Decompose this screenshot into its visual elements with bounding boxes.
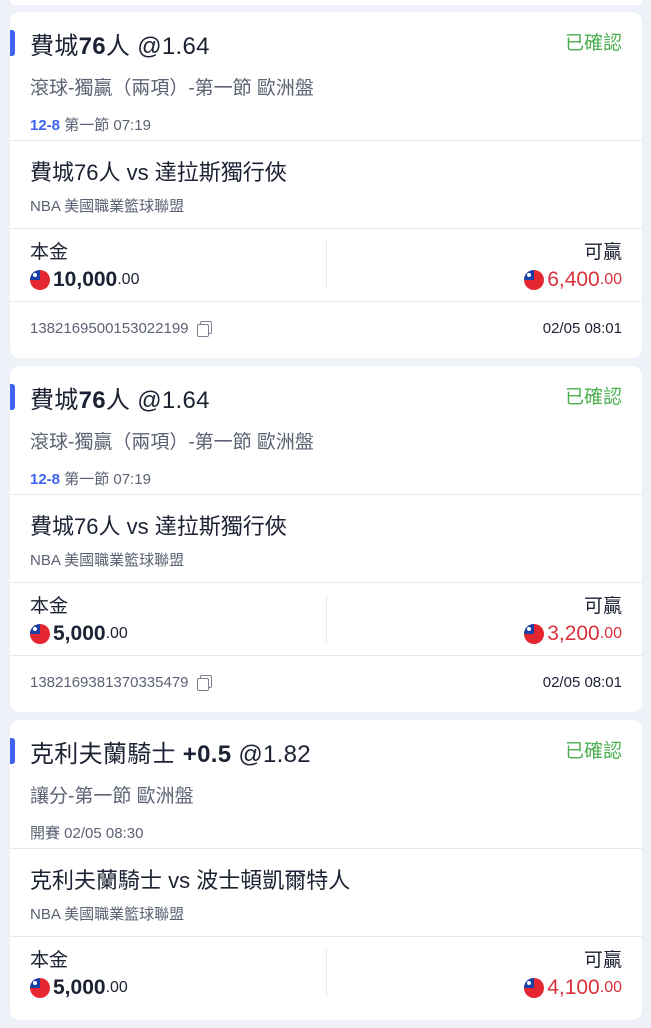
vertical-divider <box>326 949 327 997</box>
win-label: 可贏 <box>583 242 622 263</box>
ticket-id: 1382169381370335479 <box>30 674 212 691</box>
stake: 本金 10,000.00 <box>30 237 139 292</box>
bet-footer: 1382169381370335479 02/05 08:01 <box>10 656 642 712</box>
stake: 本金 5,000.00 <box>30 591 128 646</box>
accent-bar <box>10 738 15 764</box>
win-value: 4,100.00 <box>524 976 622 1000</box>
ticket-id: 1382169500153022199 <box>30 320 212 337</box>
period-info: 12-8 第一節 07:19 <box>30 471 151 488</box>
period-info: 開賽 02/05 08:30 <box>30 825 144 842</box>
win-value: 6,400.00 <box>524 268 622 292</box>
previous-card-edge <box>10 0 642 5</box>
taiwan-flag-icon <box>30 978 50 998</box>
bet-time: 02/05 08:01 <box>542 674 622 691</box>
stake-label: 本金 <box>30 950 69 971</box>
match-teams: 費城76人 vs 達拉斯獨行俠 <box>30 160 287 185</box>
bet-title: 克利夫蘭騎士 +0.5 @1.82 <box>30 741 311 768</box>
bet-title: 費城76人 @1.64 <box>30 33 210 60</box>
copy-icon[interactable] <box>196 321 212 337</box>
stake-value: 10,000.00 <box>30 268 139 292</box>
bet-header: 克利夫蘭騎士 +0.5 @1.82 已確認 讓分-第一節 歐洲盤 開賽 02/0… <box>10 720 642 848</box>
match-info: 費城76人 vs 達拉斯獨行俠 NBA 美國職業籃球聯盟 <box>10 495 642 582</box>
potential-win: 可贏 4,100.00 <box>524 945 622 1000</box>
match-teams: 克利夫蘭騎士 vs 波士頓凱爾特人 <box>30 868 351 893</box>
stake-label: 本金 <box>30 596 69 617</box>
potential-win: 可贏 6,400.00 <box>524 237 622 292</box>
amounts: 本金 5,000.00 可贏 3,200.00 <box>10 583 642 655</box>
league-name: NBA 美國職業籃球聯盟 <box>30 552 185 569</box>
bet-footer: 1382169500153022199 02/05 08:01 <box>10 302 642 358</box>
bet-header: 費城76人 @1.64 已確認 滾球-獨贏（兩項）-第一節 歐洲盤 12-8 第… <box>10 12 642 140</box>
taiwan-flag-icon <box>524 624 545 644</box>
match-info: 費城76人 vs 達拉斯獨行俠 NBA 美國職業籃球聯盟 <box>10 141 642 228</box>
status-badge: 已確認 <box>564 387 622 408</box>
accent-bar <box>10 384 15 410</box>
win-value: 3,200.00 <box>524 622 622 646</box>
league-name: NBA 美國職業籃球聯盟 <box>30 906 185 923</box>
stake: 本金 5,000.00 <box>30 945 128 1000</box>
copy-icon[interactable] <box>196 675 212 691</box>
taiwan-flag-icon <box>524 270 545 290</box>
market-type: 滾球-獨贏（兩項）-第一節 歐洲盤 <box>30 432 314 453</box>
amounts: 本金 10,000.00 可贏 6,400.00 <box>10 229 642 301</box>
bet-header: 費城76人 @1.64 已確認 滾球-獨贏（兩項）-第一節 歐洲盤 12-8 第… <box>10 366 642 494</box>
taiwan-flag-icon <box>30 270 50 290</box>
bet-list: 費城76人 @1.64 已確認 滾球-獨贏（兩項）-第一節 歐洲盤 12-8 第… <box>10 12 642 1028</box>
match-teams: 費城76人 vs 達拉斯獨行俠 <box>30 514 287 539</box>
league-name: NBA 美國職業籃球聯盟 <box>30 198 185 215</box>
market-type: 讓分-第一節 歐洲盤 <box>30 786 194 807</box>
taiwan-flag-icon <box>524 978 545 998</box>
win-label: 可贏 <box>583 596 622 617</box>
win-label: 可贏 <box>583 950 622 971</box>
status-badge: 已確認 <box>564 33 622 54</box>
market-type: 滾球-獨贏（兩項）-第一節 歐洲盤 <box>30 78 314 99</box>
stake-value: 5,000.00 <box>30 976 128 1000</box>
stake-label: 本金 <box>30 242 69 263</box>
taiwan-flag-icon <box>30 624 50 644</box>
bet-card[interactable]: 費城76人 @1.64 已確認 滾球-獨贏（兩項）-第一節 歐洲盤 12-8 第… <box>10 12 642 358</box>
stake-value: 5,000.00 <box>30 622 128 646</box>
vertical-divider <box>326 241 327 289</box>
bet-card[interactable]: 費城76人 @1.64 已確認 滾球-獨贏（兩項）-第一節 歐洲盤 12-8 第… <box>10 366 642 712</box>
bet-time: 02/05 08:01 <box>542 320 622 337</box>
bet-title: 費城76人 @1.64 <box>30 387 210 414</box>
accent-bar <box>10 30 15 56</box>
potential-win: 可贏 3,200.00 <box>524 591 622 646</box>
amounts: 本金 5,000.00 可贏 4,100.00 <box>10 937 642 1009</box>
status-badge: 已確認 <box>564 741 622 762</box>
bet-card[interactable]: 克利夫蘭騎士 +0.5 @1.82 已確認 讓分-第一節 歐洲盤 開賽 02/0… <box>10 720 642 1020</box>
match-info: 克利夫蘭騎士 vs 波士頓凱爾特人 NBA 美國職業籃球聯盟 <box>10 849 642 936</box>
period-info: 12-8 第一節 07:19 <box>30 117 151 134</box>
vertical-divider <box>326 595 327 643</box>
